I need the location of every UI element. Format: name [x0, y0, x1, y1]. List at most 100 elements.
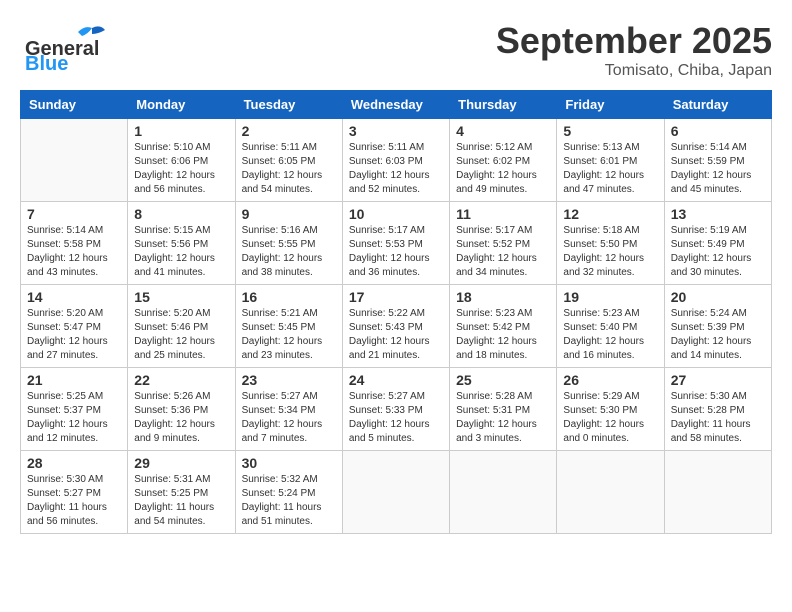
day-info: Sunrise: 5:30 AM Sunset: 5:28 PM Dayligh…: [671, 390, 765, 446]
logo: General Blue: [20, 20, 140, 75]
day-number: 25: [456, 372, 550, 388]
calendar-week-2: 7 Sunrise: 5:14 AM Sunset: 5:58 PM Daylig…: [21, 202, 772, 285]
day-info: Sunrise: 5:20 AM Sunset: 5:46 PM Dayligh…: [134, 307, 228, 363]
day-info: Sunrise: 5:31 AM Sunset: 5:25 PM Dayligh…: [134, 473, 228, 529]
calendar-cell: 17 Sunrise: 5:22 AM Sunset: 5:43 PM Dayli…: [342, 285, 449, 368]
calendar-week-1: 1 Sunrise: 5:10 AM Sunset: 6:06 PM Daylig…: [21, 119, 772, 202]
calendar-cell: 8 Sunrise: 5:15 AM Sunset: 5:56 PM Daylig…: [128, 202, 235, 285]
weekday-header-row: SundayMondayTuesdayWednesdayThursdayFrid…: [21, 91, 772, 119]
day-info: Sunrise: 5:28 AM Sunset: 5:31 PM Dayligh…: [456, 390, 550, 446]
day-info: Sunrise: 5:19 AM Sunset: 5:49 PM Dayligh…: [671, 224, 765, 280]
page-header: General Blue September 2025 Tomisato, Ch…: [20, 20, 772, 80]
month-title: September 2025: [496, 20, 772, 62]
day-info: Sunrise: 5:27 AM Sunset: 5:33 PM Dayligh…: [349, 390, 443, 446]
day-number: 28: [27, 455, 121, 471]
weekday-header-sunday: Sunday: [21, 91, 128, 119]
day-info: Sunrise: 5:27 AM Sunset: 5:34 PM Dayligh…: [242, 390, 336, 446]
day-info: Sunrise: 5:21 AM Sunset: 5:45 PM Dayligh…: [242, 307, 336, 363]
calendar-body: 1 Sunrise: 5:10 AM Sunset: 6:06 PM Daylig…: [21, 119, 772, 534]
calendar-cell: 19Sunrise: 5:23 AM Sunset: 5:40 PM Dayli…: [557, 285, 664, 368]
calendar-cell: 18 Sunrise: 5:23 AM Sunset: 5:42 PM Dayli…: [450, 285, 557, 368]
day-number: 7: [27, 206, 121, 222]
day-info: Sunrise: 5:30 AM Sunset: 5:27 PM Dayligh…: [27, 473, 121, 529]
day-number: 18: [456, 289, 550, 305]
calendar-cell: [557, 451, 664, 534]
day-number: 26: [563, 372, 657, 388]
title-block: September 2025 Tomisato, Chiba, Japan: [496, 20, 772, 80]
day-info: Sunrise: 5:23 AM Sunset: 5:40 PM Dayligh…: [563, 307, 657, 363]
day-info: Sunrise: 5:16 AM Sunset: 5:55 PM Dayligh…: [242, 224, 336, 280]
calendar-cell: [342, 451, 449, 534]
day-info: Sunrise: 5:22 AM Sunset: 5:43 PM Dayligh…: [349, 307, 443, 363]
calendar-week-4: 21 Sunrise: 5:25 AM Sunset: 5:37 PM Dayli…: [21, 368, 772, 451]
calendar-cell: 30Sunrise: 5:32 AM Sunset: 5:24 PM Dayli…: [235, 451, 342, 534]
day-number: 24: [349, 372, 443, 388]
day-number: 13: [671, 206, 765, 222]
calendar-cell: 14 Sunrise: 5:20 AM Sunset: 5:47 PM Dayli…: [21, 285, 128, 368]
day-info: Sunrise: 5:11 AM Sunset: 6:05 PM Dayligh…: [242, 141, 336, 197]
day-info: Sunrise: 5:26 AM Sunset: 5:36 PM Dayligh…: [134, 390, 228, 446]
day-info: Sunrise: 5:18 AM Sunset: 5:50 PM Dayligh…: [563, 224, 657, 280]
calendar-cell: 10 Sunrise: 5:17 AM Sunset: 5:53 PM Dayli…: [342, 202, 449, 285]
calendar-week-5: 28 Sunrise: 5:30 AM Sunset: 5:27 PM Dayli…: [21, 451, 772, 534]
day-info: Sunrise: 5:14 AM Sunset: 5:59 PM Dayligh…: [671, 141, 765, 197]
day-info: Sunrise: 5:17 AM Sunset: 5:53 PM Dayligh…: [349, 224, 443, 280]
calendar-cell: 13 Sunrise: 5:19 AM Sunset: 5:49 PM Dayli…: [664, 202, 771, 285]
day-info: Sunrise: 5:15 AM Sunset: 5:56 PM Dayligh…: [134, 224, 228, 280]
day-number: 8: [134, 206, 228, 222]
day-number: 5: [563, 123, 657, 139]
day-number: 9: [242, 206, 336, 222]
day-number: 12: [563, 206, 657, 222]
day-info: Sunrise: 5:11 AM Sunset: 6:03 PM Dayligh…: [349, 141, 443, 197]
logo-svg: General Blue: [20, 20, 140, 70]
weekday-header-saturday: Saturday: [664, 91, 771, 119]
day-number: 22: [134, 372, 228, 388]
weekday-header-wednesday: Wednesday: [342, 91, 449, 119]
calendar-cell: 29Sunrise: 5:31 AM Sunset: 5:25 PM Dayli…: [128, 451, 235, 534]
weekday-header-monday: Monday: [128, 91, 235, 119]
day-info: Sunrise: 5:20 AM Sunset: 5:47 PM Dayligh…: [27, 307, 121, 363]
day-number: 14: [27, 289, 121, 305]
day-number: 10: [349, 206, 443, 222]
day-number: 17: [349, 289, 443, 305]
calendar-cell: 7 Sunrise: 5:14 AM Sunset: 5:58 PM Daylig…: [21, 202, 128, 285]
calendar-cell: 28 Sunrise: 5:30 AM Sunset: 5:27 PM Dayli…: [21, 451, 128, 534]
svg-text:Blue: Blue: [25, 53, 68, 70]
calendar-cell: 3 Sunrise: 5:11 AM Sunset: 6:03 PM Daylig…: [342, 119, 449, 202]
day-number: 3: [349, 123, 443, 139]
calendar-cell: 26 Sunrise: 5:29 AM Sunset: 5:30 PM Dayli…: [557, 368, 664, 451]
day-info: Sunrise: 5:14 AM Sunset: 5:58 PM Dayligh…: [27, 224, 121, 280]
calendar-cell: 23 Sunrise: 5:27 AM Sunset: 5:34 PM Dayli…: [235, 368, 342, 451]
calendar-cell: 27 Sunrise: 5:30 AM Sunset: 5:28 PM Dayli…: [664, 368, 771, 451]
day-info: Sunrise: 5:13 AM Sunset: 6:01 PM Dayligh…: [563, 141, 657, 197]
weekday-header-tuesday: Tuesday: [235, 91, 342, 119]
day-number: 11: [456, 206, 550, 222]
day-number: 15: [134, 289, 228, 305]
day-info: Sunrise: 5:12 AM Sunset: 6:02 PM Dayligh…: [456, 141, 550, 197]
day-info: Sunrise: 5:23 AM Sunset: 5:42 PM Dayligh…: [456, 307, 550, 363]
calendar-cell: 1 Sunrise: 5:10 AM Sunset: 6:06 PM Daylig…: [128, 119, 235, 202]
day-number: 21: [27, 372, 121, 388]
calendar-cell: 21 Sunrise: 5:25 AM Sunset: 5:37 PM Dayli…: [21, 368, 128, 451]
day-info: Sunrise: 5:29 AM Sunset: 5:30 PM Dayligh…: [563, 390, 657, 446]
calendar-cell: 12 Sunrise: 5:18 AM Sunset: 5:50 PM Dayli…: [557, 202, 664, 285]
calendar-cell: 15 Sunrise: 5:20 AM Sunset: 5:46 PM Dayli…: [128, 285, 235, 368]
location-subtitle: Tomisato, Chiba, Japan: [496, 62, 772, 80]
calendar-cell: 16Sunrise: 5:21 AM Sunset: 5:45 PM Dayli…: [235, 285, 342, 368]
day-number: 6: [671, 123, 765, 139]
day-info: Sunrise: 5:24 AM Sunset: 5:39 PM Dayligh…: [671, 307, 765, 363]
calendar-table: SundayMondayTuesdayWednesdayThursdayFrid…: [20, 90, 772, 534]
day-info: Sunrise: 5:25 AM Sunset: 5:37 PM Dayligh…: [27, 390, 121, 446]
day-number: 27: [671, 372, 765, 388]
weekday-header-friday: Friday: [557, 91, 664, 119]
day-info: Sunrise: 5:32 AM Sunset: 5:24 PM Dayligh…: [242, 473, 336, 529]
calendar-cell: 22 Sunrise: 5:26 AM Sunset: 5:36 PM Dayli…: [128, 368, 235, 451]
calendar-cell: 6 Sunrise: 5:14 AM Sunset: 5:59 PM Daylig…: [664, 119, 771, 202]
calendar-week-3: 14 Sunrise: 5:20 AM Sunset: 5:47 PM Dayli…: [21, 285, 772, 368]
calendar-cell: 5 Sunrise: 5:13 AM Sunset: 6:01 PM Daylig…: [557, 119, 664, 202]
day-info: Sunrise: 5:17 AM Sunset: 5:52 PM Dayligh…: [456, 224, 550, 280]
day-number: 1: [134, 123, 228, 139]
day-number: 23: [242, 372, 336, 388]
day-info: Sunrise: 5:10 AM Sunset: 6:06 PM Dayligh…: [134, 141, 228, 197]
calendar-cell: [21, 119, 128, 202]
